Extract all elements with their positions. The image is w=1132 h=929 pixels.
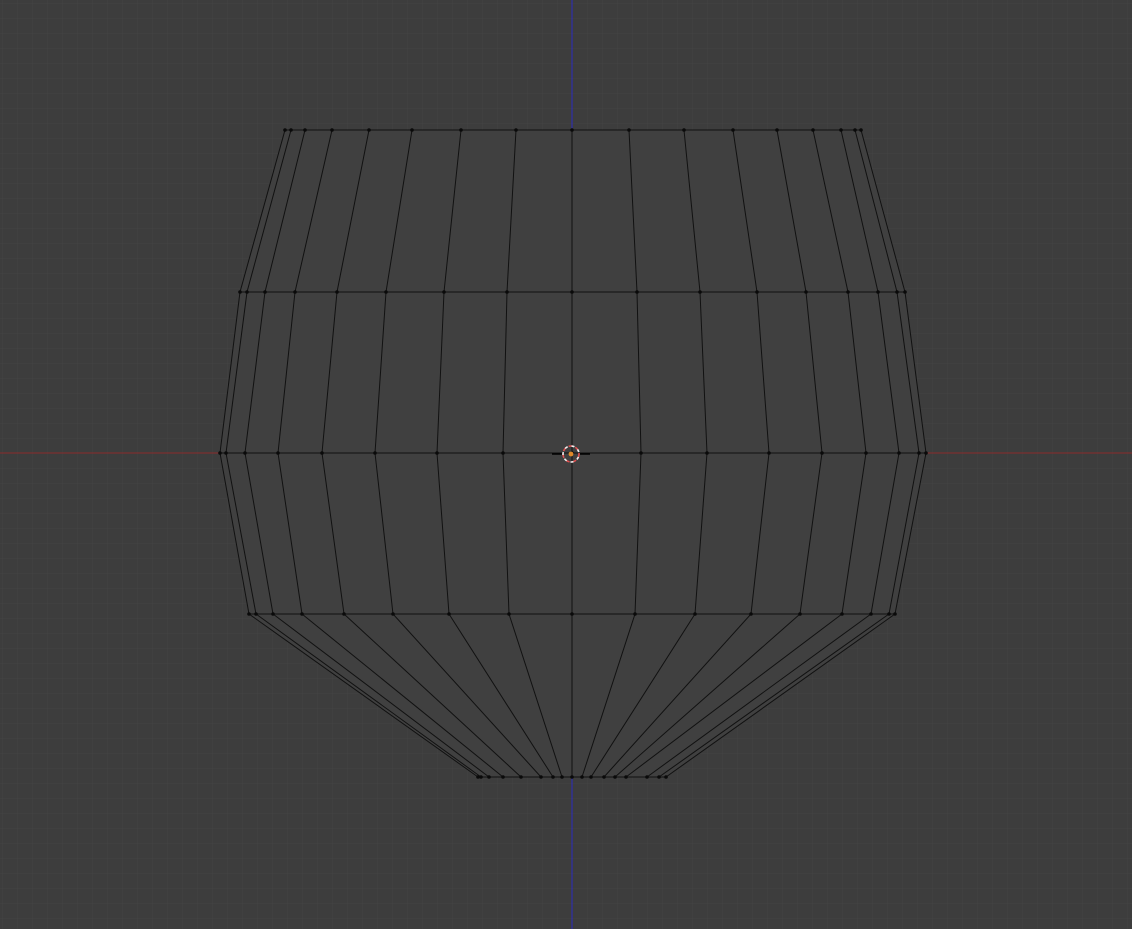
mesh-vertex[interactable] bbox=[459, 128, 463, 132]
mesh-vertex[interactable] bbox=[798, 612, 802, 616]
mesh-vertex[interactable] bbox=[897, 451, 901, 455]
mesh-vertex[interactable] bbox=[570, 290, 574, 294]
mesh-vertex[interactable] bbox=[570, 612, 574, 616]
mesh-vertex[interactable] bbox=[602, 775, 606, 779]
mesh-vertex[interactable] bbox=[479, 775, 483, 779]
mesh-vertex[interactable] bbox=[755, 290, 759, 294]
mesh-vertex[interactable] bbox=[903, 290, 907, 294]
mesh-vertex[interactable] bbox=[775, 128, 779, 132]
mesh-vertex[interactable] bbox=[391, 612, 395, 616]
mesh-vertex[interactable] bbox=[243, 451, 247, 455]
mesh-vertex[interactable] bbox=[839, 128, 843, 132]
mesh-vertex[interactable] bbox=[876, 290, 880, 294]
mesh-vertex[interactable] bbox=[283, 128, 287, 132]
mesh-vertex[interactable] bbox=[254, 612, 258, 616]
mesh-vertex[interactable] bbox=[627, 128, 631, 132]
mesh-vertex[interactable] bbox=[664, 775, 668, 779]
mesh-vertex[interactable] bbox=[505, 290, 509, 294]
mesh-vertex[interactable] bbox=[271, 612, 275, 616]
mesh-vertex[interactable] bbox=[501, 775, 505, 779]
mesh-vertex[interactable] bbox=[682, 128, 686, 132]
mesh-vertex[interactable] bbox=[749, 612, 753, 616]
mesh-vertex[interactable] bbox=[330, 128, 334, 132]
mesh-vertex[interactable] bbox=[869, 612, 873, 616]
mesh-vertex[interactable] bbox=[218, 451, 222, 455]
mesh-vertex[interactable] bbox=[887, 612, 891, 616]
mesh-vertex[interactable] bbox=[507, 612, 511, 616]
mesh-vertex[interactable] bbox=[811, 128, 815, 132]
mesh-vertex[interactable] bbox=[410, 128, 414, 132]
mesh-vertex[interactable] bbox=[580, 775, 584, 779]
mesh-vertex[interactable] bbox=[639, 451, 643, 455]
mesh-vertex[interactable] bbox=[435, 451, 439, 455]
mesh-vertex[interactable] bbox=[289, 128, 293, 132]
mesh-vertex[interactable] bbox=[519, 775, 523, 779]
mesh-vertex[interactable] bbox=[840, 612, 844, 616]
mesh-vertex[interactable] bbox=[245, 290, 249, 294]
mesh-vertex[interactable] bbox=[624, 775, 628, 779]
mesh-vertex[interactable] bbox=[320, 451, 324, 455]
mesh-vertex[interactable] bbox=[342, 612, 346, 616]
mesh-vertex[interactable] bbox=[820, 451, 824, 455]
mesh-vertex[interactable] bbox=[300, 612, 304, 616]
mesh-vertex[interactable] bbox=[247, 612, 251, 616]
mesh-vertex[interactable] bbox=[570, 775, 574, 779]
mesh-vertex[interactable] bbox=[570, 128, 574, 132]
mesh-vertex[interactable] bbox=[705, 451, 709, 455]
mesh-vertex[interactable] bbox=[924, 451, 928, 455]
mesh-vertex[interactable] bbox=[589, 775, 593, 779]
mesh-vertex[interactable] bbox=[917, 451, 921, 455]
mesh-vertex[interactable] bbox=[367, 128, 371, 132]
mesh-vertex[interactable] bbox=[384, 290, 388, 294]
mesh-vertex[interactable] bbox=[633, 612, 637, 616]
object-origin-icon[interactable] bbox=[568, 451, 574, 457]
mesh-vertex[interactable] bbox=[645, 775, 649, 779]
mesh-vertex[interactable] bbox=[373, 451, 377, 455]
mesh-vertex[interactable] bbox=[859, 128, 863, 132]
mesh-vertex[interactable] bbox=[487, 775, 491, 779]
mesh-vertex[interactable] bbox=[551, 775, 555, 779]
mesh-vertex[interactable] bbox=[263, 290, 267, 294]
mesh-vertex[interactable] bbox=[635, 290, 639, 294]
mesh-vertex[interactable] bbox=[442, 290, 446, 294]
mesh-vertex[interactable] bbox=[501, 451, 505, 455]
mesh-vertex[interactable] bbox=[613, 775, 617, 779]
mesh-vertex[interactable] bbox=[657, 775, 661, 779]
mesh-vertex[interactable] bbox=[893, 612, 897, 616]
mesh-vertex[interactable] bbox=[514, 128, 518, 132]
mesh-vertex[interactable] bbox=[293, 290, 297, 294]
mesh-vertex[interactable] bbox=[224, 451, 228, 455]
mesh-vertex[interactable] bbox=[303, 128, 307, 132]
mesh-vertex[interactable] bbox=[846, 290, 850, 294]
scene-canvas[interactable] bbox=[0, 0, 1132, 929]
mesh-vertex[interactable] bbox=[804, 290, 808, 294]
mesh-vertex[interactable] bbox=[853, 128, 857, 132]
mesh-vertex[interactable] bbox=[731, 128, 735, 132]
mesh-vertex[interactable] bbox=[895, 290, 899, 294]
mesh-vertex[interactable] bbox=[539, 775, 543, 779]
mesh-vertex[interactable] bbox=[560, 775, 564, 779]
mesh-vertex[interactable] bbox=[864, 451, 868, 455]
mesh-vertex[interactable] bbox=[447, 612, 451, 616]
mesh-vertex[interactable] bbox=[698, 290, 702, 294]
mesh-vertex[interactable] bbox=[693, 612, 697, 616]
mesh-vertex[interactable] bbox=[238, 290, 242, 294]
mesh-vertex[interactable] bbox=[276, 451, 280, 455]
mesh-vertex[interactable] bbox=[335, 290, 339, 294]
3d-viewport[interactable] bbox=[0, 0, 1132, 929]
mesh-vertex[interactable] bbox=[767, 451, 771, 455]
